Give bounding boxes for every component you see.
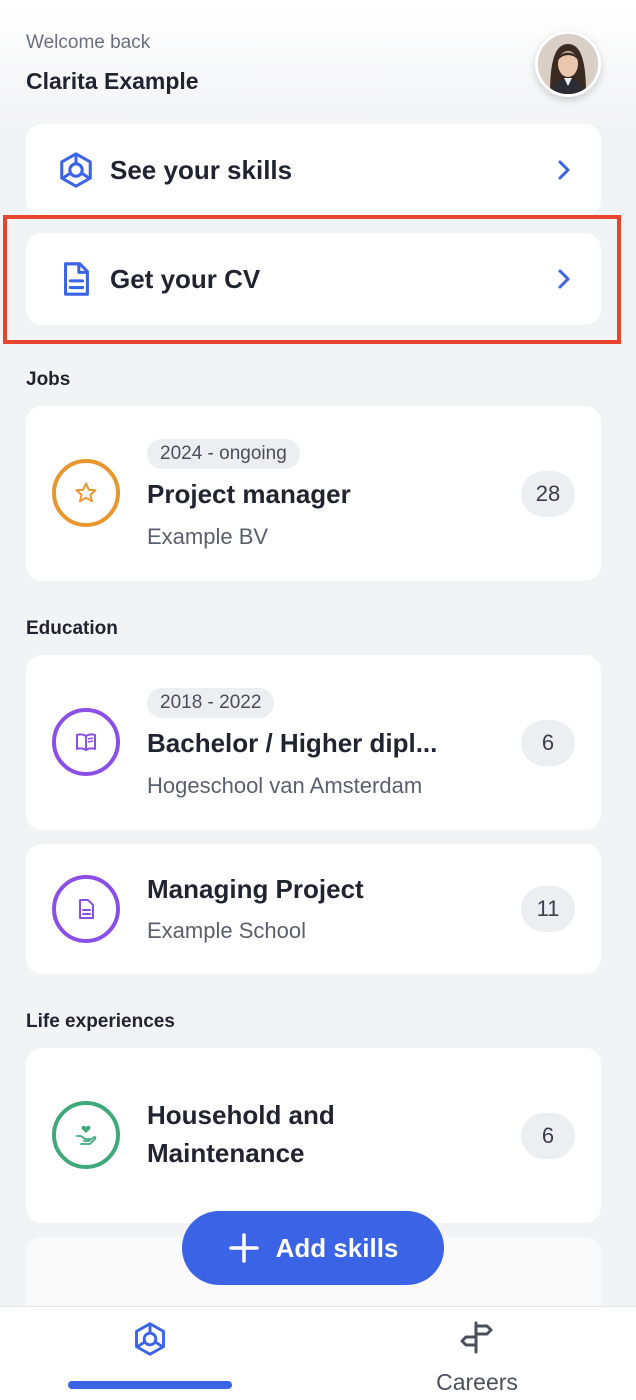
education-school: Hogeschool van Amsterdam bbox=[147, 773, 423, 798]
life-title-line1: Household and bbox=[147, 1100, 335, 1130]
star-icon bbox=[75, 482, 97, 503]
heart-hand-icon bbox=[76, 1125, 97, 1145]
avatar[interactable] bbox=[535, 31, 601, 97]
life-title-line2: Maintenance bbox=[147, 1138, 305, 1168]
job-company: Example BV bbox=[147, 524, 269, 549]
education-icon-ring bbox=[52, 875, 120, 943]
nav-tab-skills[interactable] bbox=[0, 1307, 300, 1400]
job-icon-ring bbox=[52, 459, 120, 527]
active-tab-indicator bbox=[68, 1381, 232, 1389]
education-icon-ring bbox=[52, 708, 120, 776]
see-skills-card[interactable]: See your skills bbox=[26, 124, 601, 216]
bottom-navigation: Careers bbox=[0, 1306, 636, 1400]
plus-icon bbox=[228, 1233, 259, 1263]
education-card-bachelor[interactable]: 2018 - 2022 Bachelor / Higher dipl... Ho… bbox=[26, 655, 601, 830]
add-skills-button[interactable]: Add skills bbox=[182, 1211, 444, 1285]
skill-count-badge: 28 bbox=[521, 471, 575, 517]
section-title-education: Education bbox=[26, 618, 118, 639]
welcome-text: Welcome back bbox=[26, 32, 151, 53]
education-title: Managing Project bbox=[147, 874, 364, 904]
education-school: Example School bbox=[147, 918, 306, 943]
document-icon bbox=[79, 899, 94, 919]
skills-hexagon-icon bbox=[60, 152, 92, 188]
add-skills-label: Add skills bbox=[275, 1232, 399, 1263]
job-title: Project manager bbox=[147, 479, 351, 509]
job-card[interactable]: 2024 - ongoing Project manager Example B… bbox=[26, 406, 601, 581]
section-title-jobs: Jobs bbox=[26, 369, 71, 390]
period-badge: 2024 - ongoing bbox=[147, 439, 300, 469]
see-skills-label: See your skills bbox=[110, 154, 293, 185]
highlight-frame bbox=[3, 215, 621, 344]
skills-hexagon-icon bbox=[135, 1322, 165, 1356]
signpost-icon bbox=[460, 1321, 493, 1354]
skill-count-badge: 6 bbox=[521, 1113, 575, 1159]
life-card-household[interactable]: Household and Maintenance 6 bbox=[26, 1048, 601, 1223]
skill-count-badge: 6 bbox=[521, 720, 575, 766]
nav-tab-careers[interactable]: Careers bbox=[336, 1307, 636, 1400]
life-icon-ring bbox=[52, 1101, 120, 1169]
education-card-managing[interactable]: Managing Project Example School 11 bbox=[26, 844, 601, 974]
education-title: Bachelor / Higher dipl... bbox=[147, 728, 438, 758]
chevron-right-icon bbox=[558, 160, 570, 180]
section-title-life: Life experiences bbox=[26, 1011, 175, 1032]
skill-count-badge: 11 bbox=[521, 886, 575, 932]
nav-careers-label: Careers bbox=[436, 1369, 518, 1395]
book-icon bbox=[76, 733, 96, 751]
profile-photo-icon bbox=[538, 34, 598, 94]
user-name: Clarita Example bbox=[26, 68, 199, 94]
period-badge: 2018 - 2022 bbox=[147, 688, 275, 718]
